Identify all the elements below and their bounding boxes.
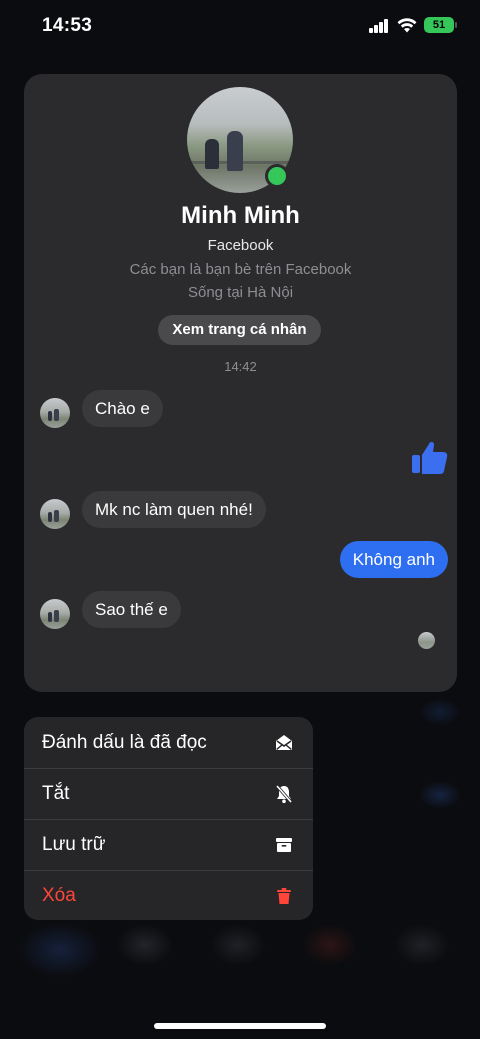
seen-receipt-avatar bbox=[418, 632, 435, 649]
status-bar: 14:53 51 bbox=[0, 0, 480, 52]
message-bubble-incoming: Chào e bbox=[82, 390, 163, 427]
thumbs-up-icon bbox=[412, 441, 448, 474]
menu-item-delete[interactable]: Xóa bbox=[24, 870, 313, 920]
sender-avatar bbox=[40, 398, 70, 428]
message-bubble-incoming: Sao thế e bbox=[82, 591, 181, 628]
menu-item-mark-as-read[interactable]: Đánh dấu là đã đọc bbox=[24, 717, 313, 768]
wifi-icon bbox=[397, 18, 417, 33]
battery-level: 51 bbox=[432, 19, 446, 31]
profile-platform: Facebook bbox=[207, 237, 274, 254]
envelope-open-icon bbox=[273, 732, 295, 754]
trash-icon bbox=[273, 885, 295, 907]
view-profile-button[interactable]: Xem trang cá nhân bbox=[158, 315, 321, 345]
sender-avatar bbox=[40, 499, 70, 529]
archive-box-icon bbox=[273, 834, 295, 856]
battery-icon: 51 bbox=[424, 17, 457, 33]
online-status-indicator bbox=[265, 164, 289, 188]
home-indicator[interactable] bbox=[154, 1023, 326, 1029]
menu-item-archive[interactable]: Lưu trữ bbox=[24, 819, 313, 870]
message-bubble-incoming: Mk nc làm quen nhé! bbox=[82, 491, 266, 528]
profile-location: Sống tại Hà Nội bbox=[187, 284, 294, 301]
menu-item-label: Đánh dấu là đã đọc bbox=[42, 731, 207, 753]
status-time: 14:53 bbox=[42, 15, 93, 36]
chat-timestamp: 14:42 bbox=[224, 359, 257, 374]
context-menu: Đánh dấu là đã đọc Tắt Lưu trữ Xóa bbox=[24, 717, 313, 920]
menu-item-mute[interactable]: Tắt bbox=[24, 768, 313, 819]
cellular-signal-icon bbox=[369, 19, 389, 33]
menu-item-label: Lưu trữ bbox=[42, 834, 106, 855]
sender-avatar bbox=[40, 599, 70, 629]
menu-item-label: Xóa bbox=[42, 885, 76, 906]
profile-relation: Các bạn là bạn bè trên Facebook bbox=[129, 261, 352, 278]
menu-item-label: Tắt bbox=[42, 783, 70, 804]
message-bubble-outgoing: Không anh bbox=[339, 541, 448, 578]
bell-slash-icon bbox=[273, 783, 295, 805]
profile-name: Minh Minh bbox=[181, 202, 300, 229]
conversation-preview-card: Minh Minh Facebook Các bạn là bạn bè trê… bbox=[24, 74, 457, 692]
